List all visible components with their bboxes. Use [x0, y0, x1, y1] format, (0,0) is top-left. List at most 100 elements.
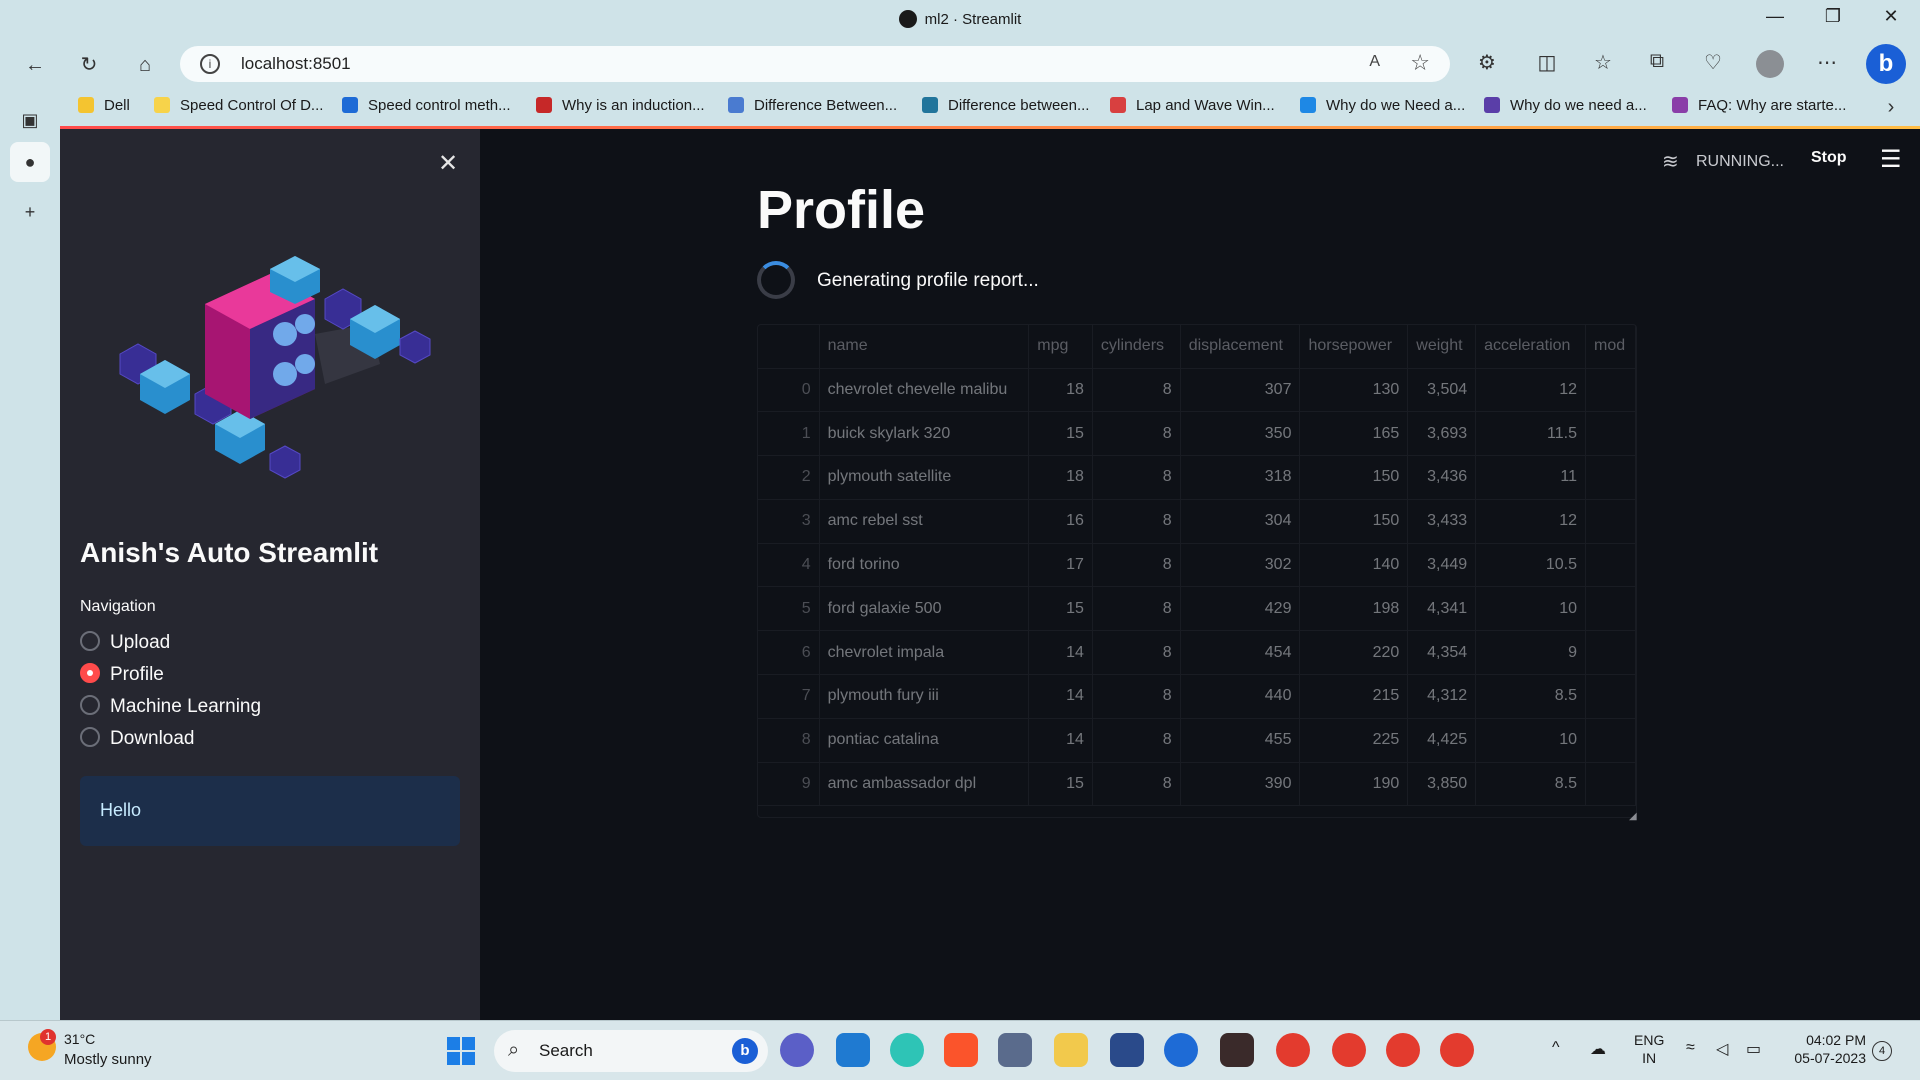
table-cell[interactable]: 14 [1028, 674, 1093, 719]
brave-browser-icon[interactable] [944, 1033, 978, 1067]
read-aloud-icon[interactable]: A [1369, 53, 1380, 71]
table-cell[interactable]: 9 [1475, 630, 1586, 676]
table-cell[interactable]: 4,354 [1407, 630, 1477, 676]
taskbar-search[interactable]: ⌕ Search b [494, 1030, 768, 1072]
table-cell[interactable]: 304 [1180, 499, 1301, 544]
edge-browser-icon[interactable] [890, 1033, 924, 1067]
table-cell[interactable]: 0 [758, 368, 820, 413]
table-row[interactable]: 5 ford galaxie 500 15 8 429 198 4,341 10 [758, 586, 1636, 632]
wifi-icon[interactable]: ≈ [1686, 1039, 1695, 1057]
table-cell[interactable]: pontiac catalina [819, 718, 1030, 763]
chrome-profile-b-icon[interactable] [1332, 1033, 1366, 1067]
table-cell[interactable]: 220 [1299, 630, 1409, 676]
nav-radio-profile[interactable]: Profile [80, 663, 164, 689]
favorites-icon[interactable]: ☆ [1588, 50, 1618, 75]
bookmark-item[interactable]: Speed control meth... [342, 97, 511, 114]
bing-search-icon[interactable]: b [732, 1038, 758, 1064]
table-cell[interactable]: 8 [1092, 411, 1181, 457]
table-cell[interactable]: 165 [1299, 411, 1409, 457]
table-cell[interactable]: 8 [1092, 718, 1181, 763]
notification-count-badge[interactable]: 4 [1872, 1041, 1892, 1061]
bookmark-item[interactable]: Difference between... [922, 97, 1089, 114]
cloud-app-icon[interactable] [1164, 1033, 1198, 1067]
nav-radio-download[interactable]: Download [80, 727, 195, 753]
table-cell[interactable]: 454 [1180, 630, 1301, 676]
table-cell[interactable]: 18 [1028, 455, 1093, 500]
bookmark-item[interactable]: Speed Control Of D... [154, 97, 323, 114]
bookmark-item[interactable]: FAQ: Why are starte... [1672, 97, 1846, 114]
bookmark-item[interactable]: Why is an induction... [536, 97, 705, 114]
teams-chat-icon[interactable] [780, 1033, 814, 1067]
table-cell[interactable]: 318 [1180, 455, 1301, 500]
radio-circle-icon[interactable] [80, 663, 100, 683]
table-cell[interactable]: 11.5 [1475, 411, 1586, 457]
table-cell[interactable]: 3 [758, 499, 820, 544]
bookmark-item[interactable]: Why do we need a... [1484, 97, 1647, 114]
table-cell[interactable]: 8.5 [1475, 762, 1586, 807]
dataframe-table[interactable]: name mpg cylinders displacement horsepower we… [758, 325, 1636, 807]
table-cell[interactable]: 150 [1299, 455, 1409, 500]
table-cell[interactable]: 8 [1092, 455, 1181, 500]
new-tab-icon[interactable]: + [10, 192, 50, 232]
table-cell[interactable] [1585, 543, 1636, 588]
close-window-button[interactable]: ✕ [1868, 6, 1914, 27]
radio-circle-icon[interactable] [80, 727, 100, 747]
table-cell[interactable]: 12 [1475, 499, 1586, 544]
address-bar[interactable]: i localhost:8501 A ☆ [180, 46, 1450, 82]
table-cell[interactable]: plymouth fury iii [819, 674, 1030, 719]
table-cell[interactable]: ford torino [819, 543, 1030, 588]
table-cell[interactable]: 15 [1028, 586, 1093, 632]
table-cell[interactable]: 150 [1299, 499, 1409, 544]
table-cell[interactable]: buick skylark 320 [819, 411, 1030, 457]
bookmark-item[interactable]: Dell [78, 97, 130, 114]
site-info-icon[interactable]: i [200, 54, 220, 74]
weather-temperature[interactable]: 31°C [64, 1031, 95, 1047]
more-options-icon[interactable]: ⋯ [1812, 50, 1842, 75]
table-cell[interactable]: 3,436 [1407, 455, 1477, 500]
column-header[interactable] [758, 325, 820, 369]
column-header[interactable]: horsepower [1299, 325, 1409, 369]
table-cell[interactable]: 6 [758, 630, 820, 676]
table-cell[interactable]: 8.5 [1475, 674, 1586, 719]
dataframe-resize-handle-icon[interactable]: ◢ [1629, 811, 1637, 822]
table-cell[interactable]: 455 [1180, 718, 1301, 763]
column-header[interactable]: name [819, 325, 1030, 369]
column-header[interactable]: mpg [1028, 325, 1093, 369]
system-clock[interactable]: 04:02 PM 05-07-2023 [1780, 1031, 1866, 1067]
table-cell[interactable]: 9 [758, 762, 820, 807]
table-row[interactable]: 3 amc rebel sst 16 8 304 150 3,433 12 [758, 499, 1636, 544]
table-cell[interactable]: 215 [1299, 674, 1409, 719]
table-row[interactable]: 9 amc ambassador dpl 15 8 390 190 3,850 8.5 [758, 762, 1636, 807]
table-cell[interactable] [1585, 762, 1636, 807]
table-row[interactable]: 4 ford torino 17 8 302 140 3,449 10.5 [758, 543, 1636, 588]
table-cell[interactable]: 3,433 [1407, 499, 1477, 544]
table-cell[interactable]: 7 [758, 674, 820, 719]
table-cell[interactable] [1585, 499, 1636, 544]
table-cell[interactable]: 8 [1092, 674, 1181, 719]
virtualbox-icon[interactable] [998, 1033, 1032, 1067]
table-row[interactable]: 8 pontiac catalina 14 8 455 225 4,425 10 [758, 718, 1636, 763]
bookmark-item[interactable]: Lap and Wave Win... [1110, 97, 1275, 114]
table-cell[interactable] [1585, 630, 1636, 676]
table-cell[interactable]: 18 [1028, 368, 1093, 413]
browser-essentials-icon[interactable]: ♡ [1698, 50, 1728, 75]
profile-avatar[interactable] [1756, 50, 1784, 78]
dataframe-grid[interactable]: name mpg cylinders displacement horsepower we… [757, 324, 1637, 818]
table-cell[interactable]: 8 [758, 718, 820, 763]
favorite-star-icon[interactable]: ☆ [1410, 50, 1430, 76]
table-cell[interactable]: amc ambassador dpl [819, 762, 1030, 807]
table-cell[interactable]: ford galaxie 500 [819, 586, 1030, 632]
chrome-profile-a-icon[interactable] [1276, 1033, 1310, 1067]
onedrive-cloud-icon[interactable]: ☁ [1590, 1039, 1606, 1059]
volume-icon[interactable]: ◁ [1716, 1039, 1728, 1059]
table-cell[interactable]: 429 [1180, 586, 1301, 632]
table-row[interactable]: 6 chevrolet impala 14 8 454 220 4,354 9 [758, 630, 1636, 676]
table-cell[interactable]: 2 [758, 455, 820, 500]
radio-circle-icon[interactable] [80, 695, 100, 715]
table-cell[interactable]: 4,312 [1407, 674, 1477, 719]
table-cell[interactable]: 12 [1475, 368, 1586, 413]
table-cell[interactable]: 15 [1028, 411, 1093, 457]
table-cell[interactable]: chevrolet impala [819, 630, 1030, 676]
column-header[interactable]: acceleration [1475, 325, 1586, 369]
table-row[interactable]: 7 plymouth fury iii 14 8 440 215 4,312 8.5 [758, 674, 1636, 719]
